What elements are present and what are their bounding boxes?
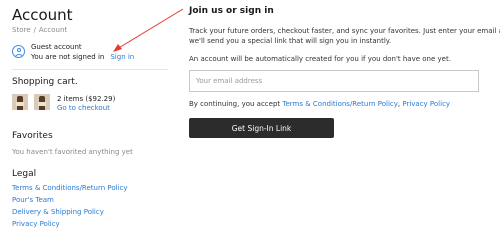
favorites-title: Favorites [12,131,53,141]
legal-title: Legal [12,169,37,179]
breadcrumb-store[interactable]: Store [12,26,31,34]
consent-prefix: By continuing, you accept [189,100,283,108]
page-title: Account [12,6,73,24]
user-icon [12,45,25,58]
checkout-link[interactable]: Go to checkout [57,104,110,112]
favorites-empty-text: You haven't favorited anything yet [12,148,133,156]
guest-account-title: Guest account [31,43,82,51]
legal-link-team[interactable]: Pour's Team [12,196,54,204]
legal-link-terms[interactable]: Terms & Conditions/Return Policy [12,184,128,192]
cart-item-thumbnail[interactable] [34,94,50,110]
consent-text: By continuing, you accept Terms & Condit… [189,100,450,108]
consent-privacy-link[interactable]: Privacy Policy [402,100,450,108]
breadcrumb-separator: / [33,26,36,34]
auto-create-note: An account will be automatically created… [189,55,451,63]
guest-status-text: You are not signed in [31,53,105,61]
cart-item-thumbnail[interactable] [12,94,28,110]
sign-in-link[interactable]: Sign in [110,53,134,61]
signin-title: Join us or sign in [189,6,274,16]
signin-description-line-1: Track your future orders, checkout faste… [189,27,500,35]
breadcrumb: Store / Account [12,26,67,34]
email-input[interactable] [189,70,479,92]
signin-description-line-2: we'll send you a special link that will … [189,37,392,45]
legal-link-shipping[interactable]: Delivery & Shipping Policy [12,208,104,216]
guest-status: You are not signed in Sign in [31,53,134,61]
cart-title: Shopping cart. [12,77,78,87]
consent-terms-link[interactable]: Terms & Conditions/Return Policy [282,100,398,108]
get-signin-link-button[interactable]: Get Sign-In Link [189,118,334,138]
guest-account: Guest account You are not signed in Sign … [12,43,180,65]
cart-summary: 2 items ($92.29) [57,95,116,103]
divider [12,69,168,70]
legal-link-privacy[interactable]: Privacy Policy [12,220,60,228]
breadcrumb-account: Account [38,26,68,34]
